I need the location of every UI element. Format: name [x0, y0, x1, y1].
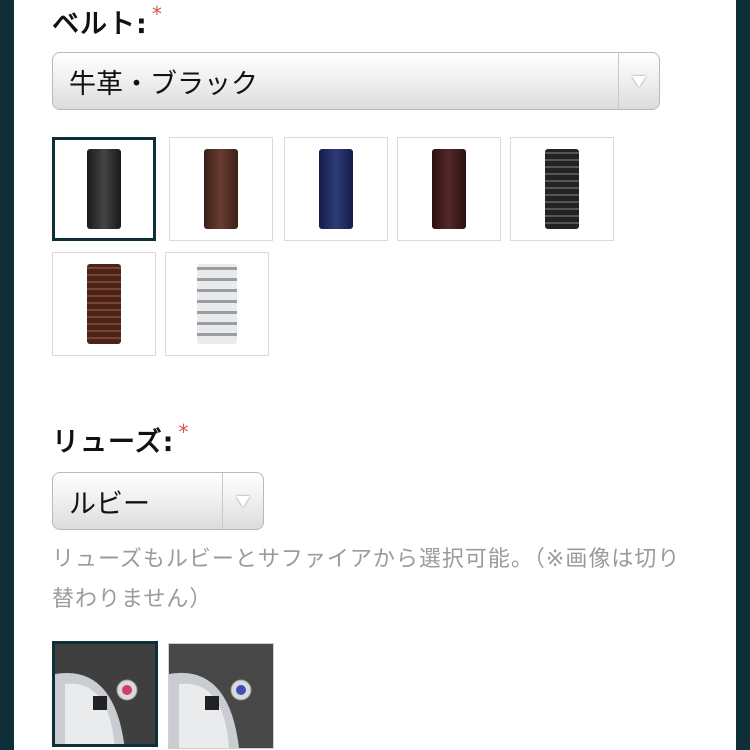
crown-hint-text: リューズもルビーとサファイアから選択可能。（※画像は切り替わりません）	[52, 547, 681, 612]
required-mark: *	[178, 420, 190, 444]
strap-image	[87, 149, 121, 229]
strap-image	[197, 264, 237, 344]
chevron-down-icon	[618, 53, 659, 109]
belt-swatch-navy-leather[interactable]	[284, 137, 388, 241]
chevron-down-icon	[222, 473, 263, 529]
belt-swatch-brown-croc[interactable]	[52, 252, 156, 356]
crown-option-ruby[interactable]	[52, 641, 158, 747]
watch-crown-image	[169, 644, 273, 748]
required-mark: *	[151, 2, 163, 26]
crown-select[interactable]: ルビー	[52, 472, 264, 530]
belt-select-value: 牛革・ブラック	[69, 68, 258, 100]
belt-swatch-black-croc[interactable]	[510, 137, 614, 241]
strap-image	[432, 149, 466, 229]
crown-label: リューズ: *	[52, 420, 189, 459]
strap-image	[545, 149, 579, 229]
strap-image	[319, 149, 353, 229]
strap-image	[87, 264, 121, 344]
belt-swatch-metal-bracelet[interactable]	[165, 252, 269, 356]
belt-swatch-burgundy-leather[interactable]	[397, 137, 501, 241]
strap-image	[204, 149, 238, 229]
belt-swatch-brown-leather[interactable]	[169, 137, 273, 241]
belt-select[interactable]: 牛革・ブラック	[52, 52, 660, 110]
crown-label-text: リューズ:	[52, 427, 175, 458]
product-options-panel: ベルト: * 牛革・ブラック リューズ: * ルビー リューズもルビーとサファイアか…	[14, 0, 736, 750]
crown-option-sapphire[interactable]	[168, 643, 274, 749]
belt-label: ベルト: *	[52, 2, 163, 41]
crown-select-value: ルビー	[69, 488, 150, 520]
watch-crown-image	[55, 644, 155, 744]
belt-swatch-black-leather[interactable]	[52, 137, 156, 241]
belt-label-text: ベルト:	[52, 9, 148, 40]
